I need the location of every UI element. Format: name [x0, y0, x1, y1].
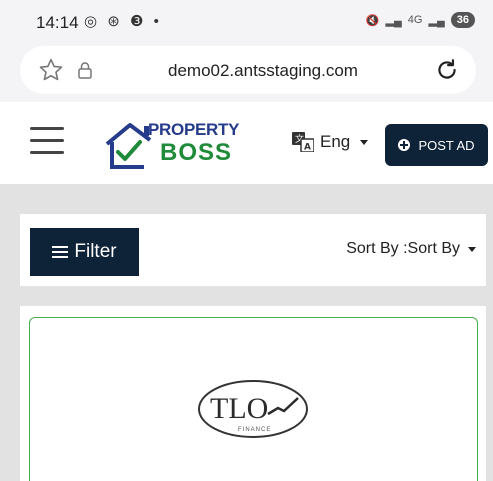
listing-card[interactable]: TLO FINANCE — [20, 306, 486, 481]
property-boss-logo[interactable]: PROPERTY BOSS — [104, 120, 239, 170]
post-ad-button[interactable]: POST AD — [385, 124, 488, 166]
reload-icon[interactable] — [434, 57, 460, 83]
system-icons: 🔇 ▂▄ 4G ▂▄ 36 — [366, 12, 475, 28]
sort-label: Sort By :Sort By — [346, 240, 460, 257]
translate-icon: 文 A — [292, 132, 314, 152]
tlo-logo-sub: FINANCE — [238, 427, 271, 433]
logo-text-bottom: BOSS — [160, 139, 233, 166]
plus-circle-icon — [398, 139, 411, 151]
card-border: TLO FINANCE — [29, 317, 478, 481]
status-time: 14:14 — [36, 13, 79, 32]
browser-chrome: demo02.antsstaging.com — [0, 44, 493, 102]
filter-icon — [52, 245, 69, 259]
site-header: PROPERTY BOSS 文 A Eng POST AD — [0, 102, 493, 184]
signal-icon: ▂▄ — [385, 14, 402, 27]
lock-icon — [78, 62, 92, 79]
4g-icon: 4G — [407, 14, 423, 26]
menu-icon[interactable] — [30, 127, 64, 155]
tlo-logo-text: TLO — [210, 392, 268, 425]
logo-text-top: PROPERTY — [148, 120, 240, 139]
filter-bar: Filter Sort By :Sort By — [20, 214, 486, 286]
star-icon[interactable] — [38, 57, 64, 83]
chevron-down-icon — [360, 139, 369, 145]
url-text[interactable]: demo02.antsstaging.com — [168, 61, 358, 81]
filter-label: Filter — [74, 241, 117, 262]
post-ad-label: POST AD — [418, 137, 475, 153]
mute-icon: 🔇 — [365, 14, 380, 27]
language-label: Eng — [320, 132, 351, 151]
battery-indicator: 36 — [450, 12, 475, 28]
signal-icon-2: ▂▄ — [428, 14, 445, 27]
status-bar: 14:14 ◎ ⊛ ❸ • 🔇 ▂▄ 4G ▂▄ 36 — [0, 0, 493, 44]
svg-text:A: A — [304, 143, 311, 153]
tlo-finance-logo: TLO FINANCE — [196, 378, 310, 440]
filter-button[interactable]: Filter — [30, 228, 139, 276]
notification-icons: ◎ ⊛ ❸ • — [84, 13, 162, 30]
listing-area: Filter Sort By :Sort By TLO FINANCE — [0, 184, 493, 481]
chevron-down-icon — [468, 246, 476, 252]
language-selector[interactable]: 文 A Eng — [292, 132, 369, 152]
address-bar[interactable]: demo02.antsstaging.com — [20, 46, 476, 94]
sort-dropdown[interactable]: Sort By :Sort By — [346, 240, 476, 258]
